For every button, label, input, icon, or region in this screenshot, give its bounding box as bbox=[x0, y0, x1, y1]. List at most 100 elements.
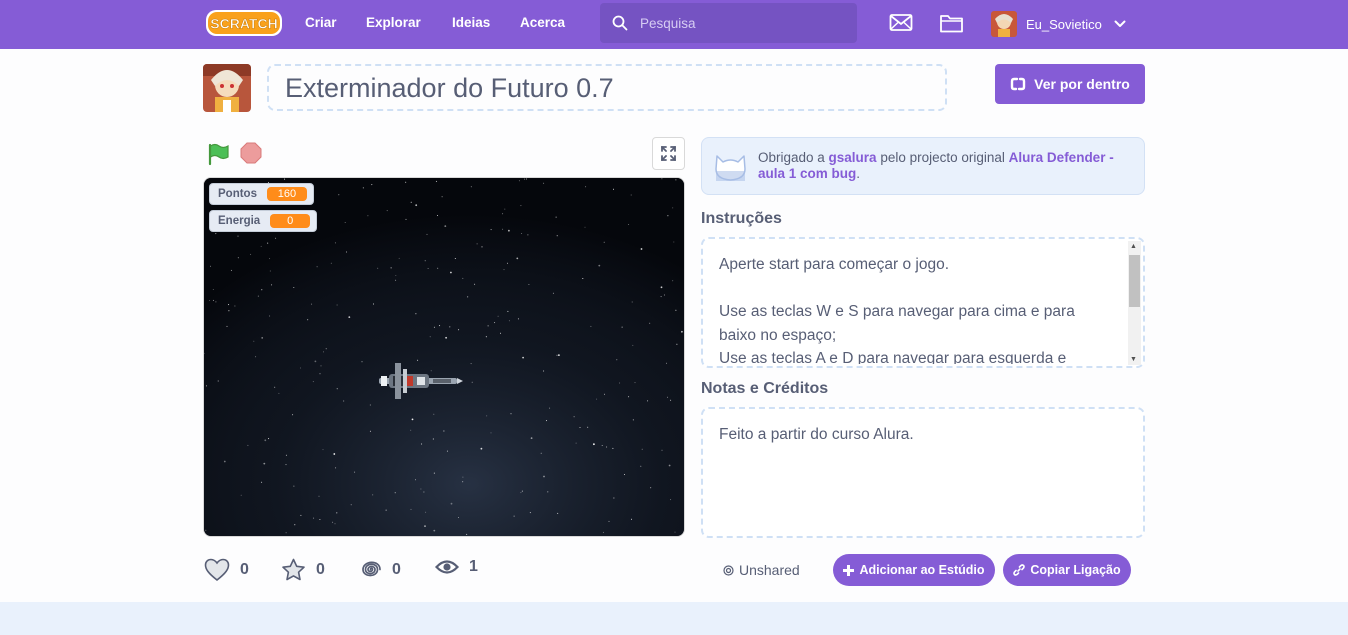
my-stuff-folder-icon[interactable] bbox=[939, 12, 964, 34]
star bbox=[354, 471, 356, 473]
scroll-up-icon[interactable]: ▲ bbox=[1130, 243, 1137, 250]
star bbox=[587, 426, 589, 428]
project-stage[interactable]: Pontos 160 Energia 0 bbox=[203, 177, 685, 537]
chevron-down-icon bbox=[1114, 20, 1126, 27]
star bbox=[596, 398, 598, 400]
star bbox=[215, 301, 217, 303]
star bbox=[471, 381, 473, 383]
remix-arrows-icon bbox=[1010, 77, 1026, 91]
stop-icon[interactable] bbox=[240, 142, 262, 164]
project-title-field[interactable]: Exterminador do Futuro 0.7 bbox=[267, 64, 947, 111]
star bbox=[608, 520, 610, 522]
search-input[interactable] bbox=[640, 13, 840, 33]
star bbox=[237, 235, 239, 237]
love-button[interactable]: 0 bbox=[204, 558, 249, 582]
original-author-link[interactable]: gsalura bbox=[829, 150, 877, 165]
star bbox=[424, 260, 426, 262]
messages-icon[interactable] bbox=[889, 13, 913, 33]
instructions-scrollbar[interactable]: ▲ ▼ bbox=[1128, 241, 1141, 365]
star bbox=[417, 359, 419, 361]
star bbox=[405, 218, 407, 220]
scratch-logo[interactable]: SCRATCH bbox=[205, 9, 283, 37]
star bbox=[362, 187, 364, 189]
star bbox=[582, 278, 584, 279]
star bbox=[549, 407, 551, 409]
star bbox=[300, 514, 302, 516]
star bbox=[367, 215, 369, 217]
nav-link-explore[interactable]: Explorar bbox=[366, 15, 421, 30]
fullscreen-button[interactable] bbox=[652, 137, 685, 170]
nav-link-ideas[interactable]: Ideias bbox=[452, 15, 490, 30]
search-bar[interactable] bbox=[600, 3, 857, 43]
star bbox=[632, 344, 634, 346]
star bbox=[480, 447, 483, 450]
star bbox=[670, 399, 672, 401]
nav-link-about[interactable]: Acerca bbox=[520, 15, 565, 30]
star bbox=[292, 414, 294, 416]
star bbox=[334, 523, 336, 525]
star bbox=[284, 178, 286, 180]
star bbox=[490, 229, 492, 231]
star bbox=[672, 280, 674, 282]
star bbox=[293, 485, 295, 487]
star bbox=[398, 257, 400, 259]
star bbox=[333, 453, 336, 455]
scroll-down-icon[interactable]: ▼ bbox=[1130, 356, 1137, 363]
monitor-label: Pontos bbox=[218, 188, 257, 200]
star bbox=[314, 360, 317, 363]
star bbox=[458, 329, 460, 331]
star bbox=[450, 271, 452, 274]
nav-link-create[interactable]: Criar bbox=[305, 15, 337, 30]
star bbox=[263, 462, 266, 465]
star bbox=[547, 491, 549, 493]
star bbox=[433, 472, 435, 474]
copy-link-button[interactable]: Copiar Ligação bbox=[1003, 554, 1131, 586]
star bbox=[255, 356, 257, 358]
notes-field[interactable]: Feito a partir do curso Alura. bbox=[701, 407, 1145, 538]
instructions-field[interactable]: Aperte start para começar o jogo. Use as… bbox=[701, 237, 1145, 368]
star bbox=[316, 266, 318, 268]
star bbox=[470, 186, 472, 188]
star bbox=[212, 289, 214, 290]
star bbox=[210, 265, 211, 267]
star bbox=[507, 262, 508, 264]
star bbox=[507, 310, 509, 312]
star bbox=[371, 184, 373, 186]
author-avatar[interactable] bbox=[203, 64, 251, 112]
variable-monitor-pontos[interactable]: Pontos 160 bbox=[209, 183, 314, 205]
variable-monitor-energia[interactable]: Energia 0 bbox=[209, 210, 318, 232]
star bbox=[313, 517, 315, 519]
star bbox=[390, 267, 392, 269]
star bbox=[602, 531, 604, 533]
star bbox=[260, 245, 262, 247]
star bbox=[415, 204, 418, 207]
user-account-menu[interactable]: Eu_Sovietico bbox=[991, 11, 1126, 37]
star bbox=[647, 400, 649, 402]
star bbox=[663, 294, 665, 296]
star bbox=[394, 492, 396, 494]
star bbox=[661, 449, 663, 451]
star bbox=[502, 228, 504, 230]
star bbox=[437, 215, 438, 216]
star bbox=[555, 216, 557, 218]
favorite-button[interactable]: 0 bbox=[281, 558, 325, 582]
star bbox=[675, 179, 677, 181]
star bbox=[445, 336, 447, 339]
star bbox=[320, 365, 322, 367]
scrollbar-thumb[interactable] bbox=[1129, 255, 1140, 307]
see-inside-button[interactable]: Ver por dentro bbox=[995, 64, 1145, 104]
green-flag-icon[interactable] bbox=[207, 142, 231, 166]
star bbox=[271, 284, 273, 286]
star bbox=[462, 277, 464, 279]
star bbox=[261, 337, 264, 339]
star bbox=[628, 224, 630, 225]
add-to-studio-label: Adicionar ao Estúdio bbox=[859, 563, 985, 577]
star bbox=[672, 207, 674, 209]
logo-text: SCRATCH bbox=[210, 16, 277, 32]
star bbox=[458, 517, 459, 518]
star bbox=[604, 393, 605, 395]
star bbox=[676, 343, 678, 345]
star bbox=[323, 351, 324, 353]
add-to-studio-button[interactable]: Adicionar ao Estúdio bbox=[833, 554, 995, 586]
top-nav-bar: SCRATCH Criar Explorar Ideias Acerca Eu_ bbox=[0, 0, 1348, 49]
